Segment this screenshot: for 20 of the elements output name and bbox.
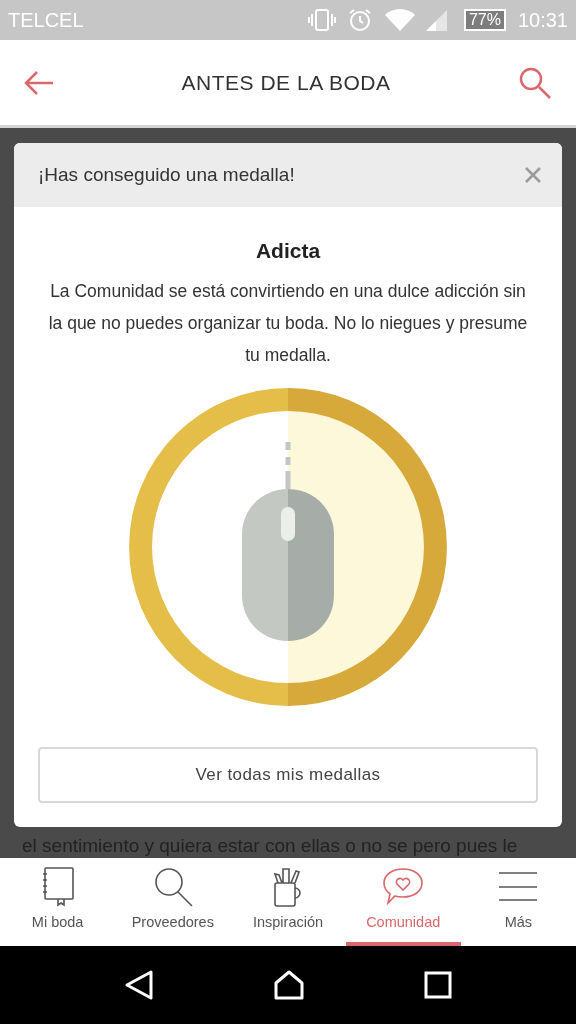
page-title: ANTES DE LA BODA <box>180 69 392 96</box>
vibrate-icon <box>307 9 336 31</box>
nav-tab[interactable]: Inspiración <box>230 858 346 946</box>
battery-indicator: 77% <box>463 9 506 31</box>
wifi-icon <box>383 8 416 32</box>
medal-name: Adicta <box>255 238 321 264</box>
nav-tab[interactable]: Más <box>460 858 576 946</box>
alarm-icon <box>347 8 372 32</box>
back-icon[interactable] <box>123 969 154 1001</box>
carrier-name: TELCEL <box>8 8 84 33</box>
home-icon[interactable] <box>273 969 305 1001</box>
nav-tab[interactable]: Mi boda <box>0 858 116 946</box>
view-medals-button[interactable]: Ver todas mis medallas <box>38 746 538 803</box>
dialog-title: ¡Has conseguido una medalla! <box>38 162 296 187</box>
search-icon[interactable] <box>518 65 552 100</box>
medal-description: La Comunidad se está convirtiendo en una dulce adicción sin la que no puedes organizar tu boda. No lo niegues y presume tu medalla. <box>47 279 529 367</box>
back-arrow-icon[interactable] <box>24 69 54 96</box>
clock-time: 10:31 <box>517 8 568 33</box>
recents-icon[interactable] <box>424 971 453 999</box>
nav-tab[interactable]: Proveedores <box>115 858 231 946</box>
